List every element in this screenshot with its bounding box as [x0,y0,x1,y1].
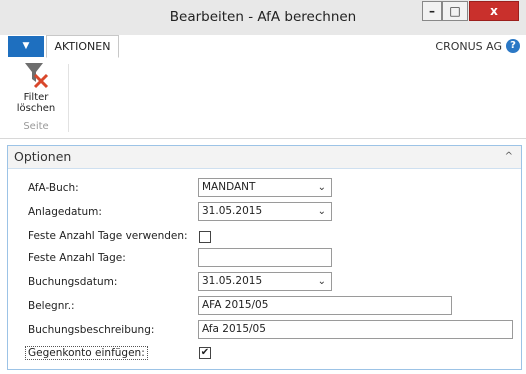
company-name[interactable]: CRONUS AG [435,40,502,53]
collapse-icon[interactable]: ^ [505,151,513,162]
options-panel-title: Optionen [14,149,72,164]
tab-aktionen[interactable]: AKTIONEN [46,35,119,58]
anlagedatum-value: 31.05.2015 [202,205,263,217]
clear-filter-button[interactable]: Filter löschen [6,60,66,116]
anlagedatum-select[interactable]: 31.05.2015 ⌄ [198,202,332,221]
clear-filter-label-line1: Filter [23,92,49,103]
clear-filter-icon [25,63,49,89]
afa-buch-value: MANDANT [202,181,256,193]
chevron-down-icon[interactable]: ⌄ [318,273,326,290]
afa-buch-label: AfA-Buch: [28,182,79,194]
gegenkonto-checkbox[interactable]: ✔ [199,347,211,359]
ribbon-tab-bar: ▼ AKTIONEN CRONUS AG ? [0,35,526,59]
buchungsdatum-select[interactable]: 31.05.2015 ⌄ [198,272,332,291]
title-bar: Bearbeiten - AfA berechnen – □ x [0,0,526,36]
ribbon-body: Filter löschen Seite [0,58,526,139]
belegnr-label: Belegnr.: [28,300,75,312]
help-icon[interactable]: ? [506,39,520,53]
chevron-down-icon[interactable]: ⌄ [318,203,326,220]
chevron-down-icon[interactable]: ⌄ [318,179,326,196]
clear-filter-label-line2: löschen [16,103,56,114]
belegnr-input[interactable]: AFA 2015/05 [198,296,452,315]
gegenkonto-label: Gegenkonto einfügen: [25,346,148,360]
feste-tage-input[interactable] [198,248,332,267]
options-panel: Optionen ^ AfA-Buch: MANDANT ⌄ Anlagedat… [7,145,522,370]
clear-filter-label: Filter löschen [6,92,66,114]
feste-tage-label: Feste Anzahl Tage: [28,252,126,264]
maximize-button[interactable]: □ [442,1,468,21]
buchungsbeschreibung-label: Buchungsbeschreibung: [28,324,155,336]
application-menu-button[interactable]: ▼ [8,36,44,57]
buchungsdatum-label: Buchungsdatum: [28,276,118,288]
anlagedatum-label: Anlagedatum: [28,206,102,218]
options-panel-header[interactable]: Optionen ^ [8,146,521,169]
feste-tage-verwenden-label: Feste Anzahl Tage verwenden: [28,230,188,242]
ribbon-group-separator [68,64,69,132]
afa-buch-select[interactable]: MANDANT ⌄ [198,178,332,197]
close-button[interactable]: x [469,1,519,21]
buchungsbeschreibung-input[interactable]: Afa 2015/05 [198,320,513,339]
ribbon-group-label: Seite [23,121,49,132]
feste-tage-verwenden-checkbox[interactable] [199,231,211,243]
minimize-button[interactable]: – [422,1,442,21]
buchungsdatum-value: 31.05.2015 [202,275,263,287]
